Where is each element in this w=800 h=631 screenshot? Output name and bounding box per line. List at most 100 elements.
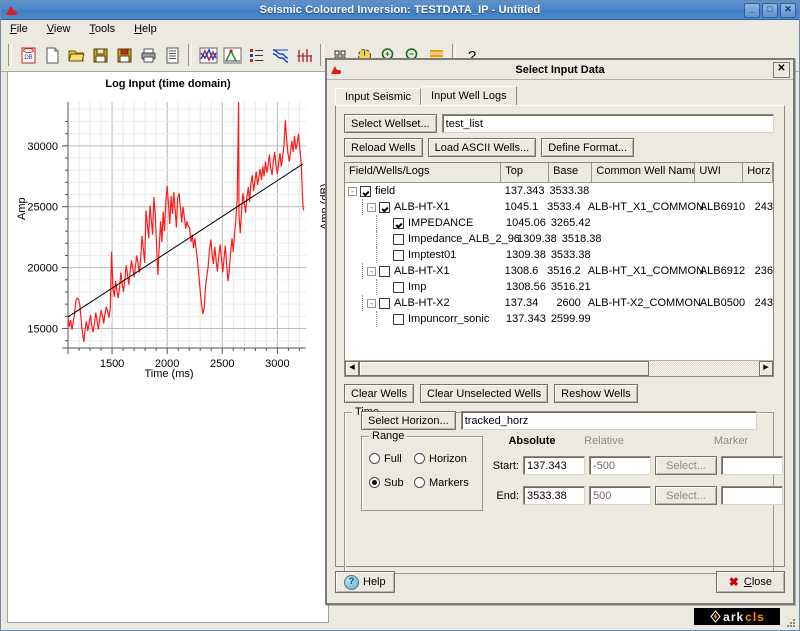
table-column-header[interactable]: Base: [549, 163, 593, 182]
table-cell: 3516.21: [550, 281, 591, 293]
end-marker-select-button[interactable]: Select...: [655, 486, 717, 505]
tree-expander-icon[interactable]: -: [367, 298, 376, 308]
row-checkbox[interactable]: [393, 281, 404, 293]
radio-full-label: Full: [384, 453, 402, 465]
table-column-header[interactable]: UWI: [695, 163, 744, 182]
load-ascii-wells-button[interactable]: Load ASCII Wells...: [427, 138, 537, 157]
table-column-header[interactable]: Top: [501, 163, 550, 182]
horizon-row: Select Horizon...: [361, 411, 757, 430]
table-row[interactable]: Imptest01 1309.38 3533.38: [345, 247, 773, 263]
menu-view[interactable]: View: [44, 22, 74, 36]
tree-node[interactable]: Impedance_ALB_2_96: [345, 231, 520, 247]
table-row[interactable]: Impedance_ALB_2_96 1309.38 3518.38: [345, 231, 773, 247]
reshow-wells-button[interactable]: Reshow Wells: [554, 384, 638, 403]
radio-markers[interactable]: Markers: [414, 477, 469, 489]
wavelet-overlay-icon[interactable]: [196, 43, 220, 67]
close-button[interactable]: ✕: [780, 2, 796, 18]
tree-expander-icon[interactable]: -: [367, 202, 376, 212]
tree-node[interactable]: IMPEDANCE: [345, 215, 503, 231]
tab-input-well-logs[interactable]: Input Well Logs: [421, 86, 517, 106]
table-column-header[interactable]: Horz Ti: [743, 163, 773, 182]
table-cell: ALB6910: [699, 201, 746, 213]
clear-wells-button[interactable]: Clear Wells: [344, 384, 415, 403]
save-as-icon[interactable]: [112, 43, 136, 67]
end-absolute-input[interactable]: [523, 486, 585, 505]
crossplot-icon[interactable]: [220, 43, 244, 67]
tree-node[interactable]: - ALB-HT-X1: [345, 263, 497, 279]
horizon-input[interactable]: [460, 411, 757, 430]
trace-display-icon[interactable]: [268, 43, 292, 67]
start-label: Start:: [492, 459, 519, 472]
table-cell: 137.343: [504, 185, 545, 197]
open-folder-icon[interactable]: [64, 43, 88, 67]
save-icon[interactable]: [88, 43, 112, 67]
select-wellset-button[interactable]: Select Wellset...: [344, 114, 437, 133]
table-row[interactable]: - ALB-HT-X2 137.34 2600 ALB-HT-X2_COMMON ALB0…: [345, 295, 773, 311]
menu-tools[interactable]: Tools: [86, 22, 118, 36]
table-cell: 243: [754, 297, 773, 309]
new-document-icon[interactable]: [40, 43, 64, 67]
end-marker-input[interactable]: [721, 486, 783, 505]
reload-wells-button[interactable]: Reload Wells: [344, 138, 423, 157]
row-checkbox[interactable]: [393, 249, 404, 261]
tree-node[interactable]: - ALB-HT-X1: [345, 199, 497, 215]
row-checkbox[interactable]: [393, 233, 404, 245]
table-column-header[interactable]: Field/Wells/Logs: [345, 163, 502, 182]
menu-help[interactable]: Help: [131, 22, 160, 36]
print-icon[interactable]: [136, 43, 160, 67]
select-horizon-button[interactable]: Select Horizon...: [361, 411, 456, 430]
minimize-button[interactable]: _: [744, 2, 760, 18]
spike-display-icon[interactable]: [292, 43, 316, 67]
wellset-input[interactable]: [441, 114, 774, 133]
scroll-trough[interactable]: [649, 361, 759, 376]
radio-full[interactable]: Full: [369, 453, 402, 465]
database-icon[interactable]: DB: [16, 43, 40, 67]
table-row[interactable]: - field 137.343 3533.38: [345, 183, 773, 199]
end-relative-input[interactable]: [589, 486, 651, 505]
scroll-right-arrow[interactable]: ▶: [759, 361, 773, 376]
table-row[interactable]: Imp 1308.56 3516.21: [345, 279, 773, 295]
start-marker-select-button[interactable]: Select...: [655, 456, 717, 475]
help-button[interactable]: ? Help: [335, 571, 395, 593]
tree-node[interactable]: - ALB-HT-X2: [345, 295, 497, 311]
tree-guide-line: [376, 247, 377, 263]
chart-ylabel: Amp: [16, 197, 28, 220]
start-relative-input[interactable]: [589, 456, 651, 475]
row-checkbox[interactable]: [393, 313, 404, 325]
start-marker-input[interactable]: [721, 456, 783, 475]
table-column-header[interactable]: Common Well Name: [592, 163, 696, 182]
horizontal-scrollbar[interactable]: ◀ ▶: [345, 360, 773, 376]
row-checkbox[interactable]: [379, 265, 390, 277]
tree-expander-icon[interactable]: -: [367, 266, 376, 276]
resize-grip[interactable]: [785, 617, 797, 629]
menu-file[interactable]: File: [7, 22, 31, 36]
scroll-thumb[interactable]: [359, 361, 649, 376]
document-properties-icon[interactable]: [160, 43, 184, 67]
table-cell: ALB-HT_X1_COMMON: [587, 201, 704, 213]
table-row[interactable]: IMPEDANCE 1045.06 3265.42: [345, 215, 773, 231]
row-checkbox[interactable]: [379, 201, 390, 213]
tree-node[interactable]: Impuncorr_sonic: [345, 311, 503, 327]
row-checkbox[interactable]: [393, 217, 404, 229]
radio-sub[interactable]: Sub: [369, 477, 404, 489]
list-properties-icon[interactable]: [244, 43, 268, 67]
tree-node[interactable]: Imp: [345, 279, 503, 295]
tree-guide-line: [376, 311, 377, 327]
row-checkbox[interactable]: [360, 185, 371, 197]
table-row[interactable]: - ALB-HT-X1 1045.1 3533.4 ALB-HT_X1_COMMON AL…: [345, 199, 773, 215]
maximize-button[interactable]: □: [762, 2, 778, 18]
tree-node[interactable]: - field: [345, 185, 502, 197]
radio-horizon[interactable]: Horizon: [414, 453, 467, 465]
tree-expander-icon[interactable]: -: [348, 186, 357, 196]
tree-node[interactable]: Imptest01: [345, 247, 503, 263]
table-row[interactable]: Impuncorr_sonic 137.343 2599.99: [345, 311, 773, 327]
define-format-button[interactable]: Define Format...: [541, 138, 635, 157]
scroll-left-arrow[interactable]: ◀: [345, 361, 359, 376]
table-row[interactable]: - ALB-HT-X1 1308.6 3516.2 ALB-HT_X1_COMMON AL…: [345, 263, 773, 279]
dialog-close-icon[interactable]: ✕: [773, 61, 790, 78]
dialog-close-button[interactable]: ✖ Close: [715, 571, 785, 593]
start-absolute-input[interactable]: [523, 456, 585, 475]
row-checkbox[interactable]: [379, 297, 390, 309]
clear-unselected-wells-button[interactable]: Clear Unselected Wells: [420, 384, 549, 403]
tab-input-seismic[interactable]: Input Seismic: [335, 88, 422, 106]
